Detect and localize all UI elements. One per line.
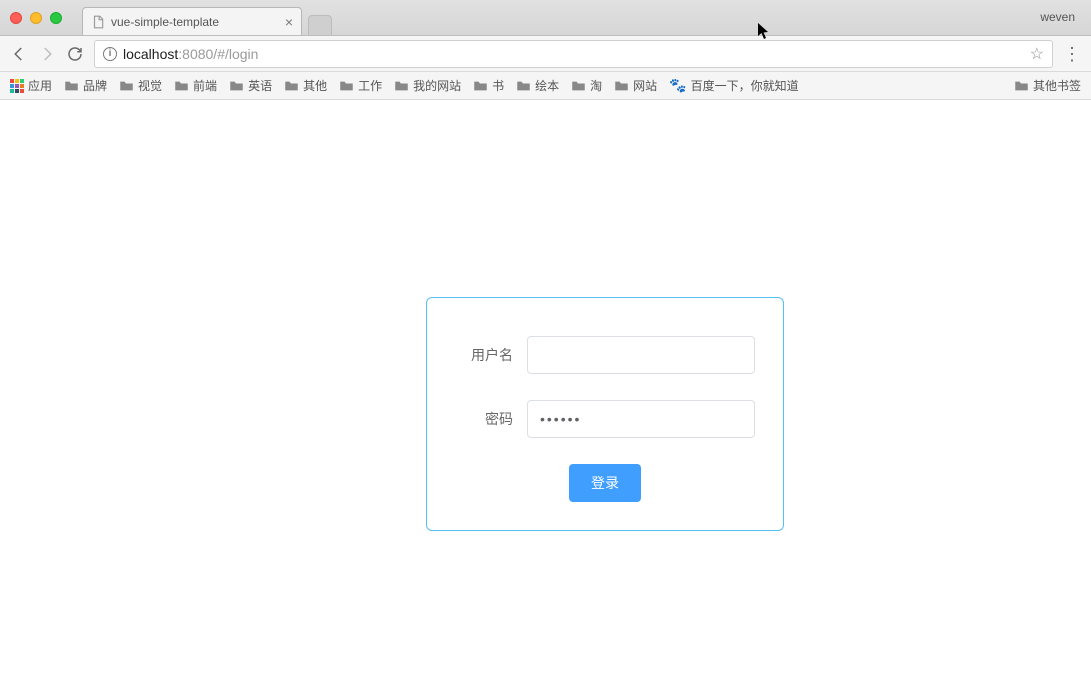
folder-icon <box>1014 80 1029 92</box>
bookmark-folder[interactable]: 工作 <box>339 77 382 94</box>
maximize-window-button[interactable] <box>50 12 62 24</box>
bookmark-label: 英语 <box>248 77 272 94</box>
folder-icon <box>64 80 79 92</box>
password-label: 密码 <box>455 409 527 429</box>
forward-button[interactable] <box>38 45 56 63</box>
login-button[interactable]: 登录 <box>569 464 641 502</box>
apps-shortcut[interactable]: 应用 <box>10 77 52 94</box>
bookmark-folder[interactable]: 其他 <box>284 77 327 94</box>
folder-icon <box>473 80 488 92</box>
bookmark-folder[interactable]: 绘本 <box>516 77 559 94</box>
bookmark-label: 绘本 <box>535 77 559 94</box>
toolbar: i localhost:8080/#/login ☆ ⋮ <box>0 36 1091 72</box>
bookmark-folder[interactable]: 视觉 <box>119 77 162 94</box>
bookmark-folder[interactable]: 我的网站 <box>394 77 461 94</box>
profile-name[interactable]: weven <box>1040 10 1075 24</box>
bookmark-folder[interactable]: 淘 <box>571 77 602 94</box>
username-label: 用户名 <box>455 345 527 365</box>
site-info-icon[interactable]: i <box>103 47 117 61</box>
address-bar[interactable]: i localhost:8080/#/login ☆ <box>94 40 1053 68</box>
bookmark-label: 其他 <box>303 77 327 94</box>
close-window-button[interactable] <box>10 12 22 24</box>
bookmark-label: 网站 <box>633 77 657 94</box>
folder-icon <box>516 80 531 92</box>
bookmark-label: 淘 <box>590 77 602 94</box>
folder-icon <box>229 80 244 92</box>
bookmark-folder[interactable]: 书 <box>473 77 504 94</box>
other-bookmarks[interactable]: 其他书签 <box>1014 77 1081 94</box>
bookmark-label: 百度一下，你就知道 <box>691 77 799 94</box>
file-icon <box>91 15 105 29</box>
paw-icon: 🐾 <box>669 77 686 94</box>
bookmark-label: 前端 <box>193 77 217 94</box>
bookmark-folder[interactable]: 英语 <box>229 77 272 94</box>
minimize-window-button[interactable] <box>30 12 42 24</box>
bookmark-label: 我的网站 <box>413 77 461 94</box>
tab-title: vue-simple-template <box>111 15 279 29</box>
folder-icon <box>571 80 586 92</box>
tab-close-button[interactable]: × <box>285 15 293 29</box>
reload-button[interactable] <box>66 45 84 63</box>
page-content: 用户名 密码 登录 <box>0 100 1091 691</box>
bookmark-label: 视觉 <box>138 77 162 94</box>
password-row: 密码 <box>455 400 755 438</box>
folder-icon <box>394 80 409 92</box>
browser-tab[interactable]: vue-simple-template × <box>82 7 302 35</box>
address-host: localhost:8080/#/login <box>123 46 258 62</box>
title-bar: vue-simple-template × weven <box>0 0 1091 36</box>
username-input[interactable] <box>527 336 755 374</box>
bookmark-link-baidu[interactable]: 🐾 百度一下，你就知道 <box>669 77 798 94</box>
bookmark-label: 其他书签 <box>1033 77 1081 94</box>
bookmark-label: 书 <box>492 77 504 94</box>
folder-icon <box>284 80 299 92</box>
folder-icon <box>174 80 189 92</box>
folder-icon <box>614 80 629 92</box>
apps-label: 应用 <box>28 77 52 94</box>
login-card: 用户名 密码 登录 <box>426 297 784 531</box>
submit-row: 登录 <box>455 464 755 502</box>
bookmark-label: 品牌 <box>83 77 107 94</box>
password-input[interactable] <box>527 400 755 438</box>
bookmark-star-icon[interactable]: ☆ <box>1030 44 1044 64</box>
bookmark-label: 工作 <box>358 77 382 94</box>
new-tab-button[interactable] <box>308 15 332 35</box>
menu-button[interactable]: ⋮ <box>1063 45 1081 63</box>
username-row: 用户名 <box>455 336 755 374</box>
folder-icon <box>339 80 354 92</box>
bookmark-folder[interactable]: 品牌 <box>64 77 107 94</box>
bookmark-folder[interactable]: 前端 <box>174 77 217 94</box>
folder-icon <box>119 80 134 92</box>
back-button[interactable] <box>10 45 28 63</box>
window-controls <box>0 12 62 24</box>
apps-icon <box>10 79 24 93</box>
bookmarks-bar: 应用 品牌 视觉 前端 英语 其他 工作 我的网站 书 绘本 淘 网站 🐾 百度一… <box>0 72 1091 100</box>
bookmark-folder[interactable]: 网站 <box>614 77 657 94</box>
